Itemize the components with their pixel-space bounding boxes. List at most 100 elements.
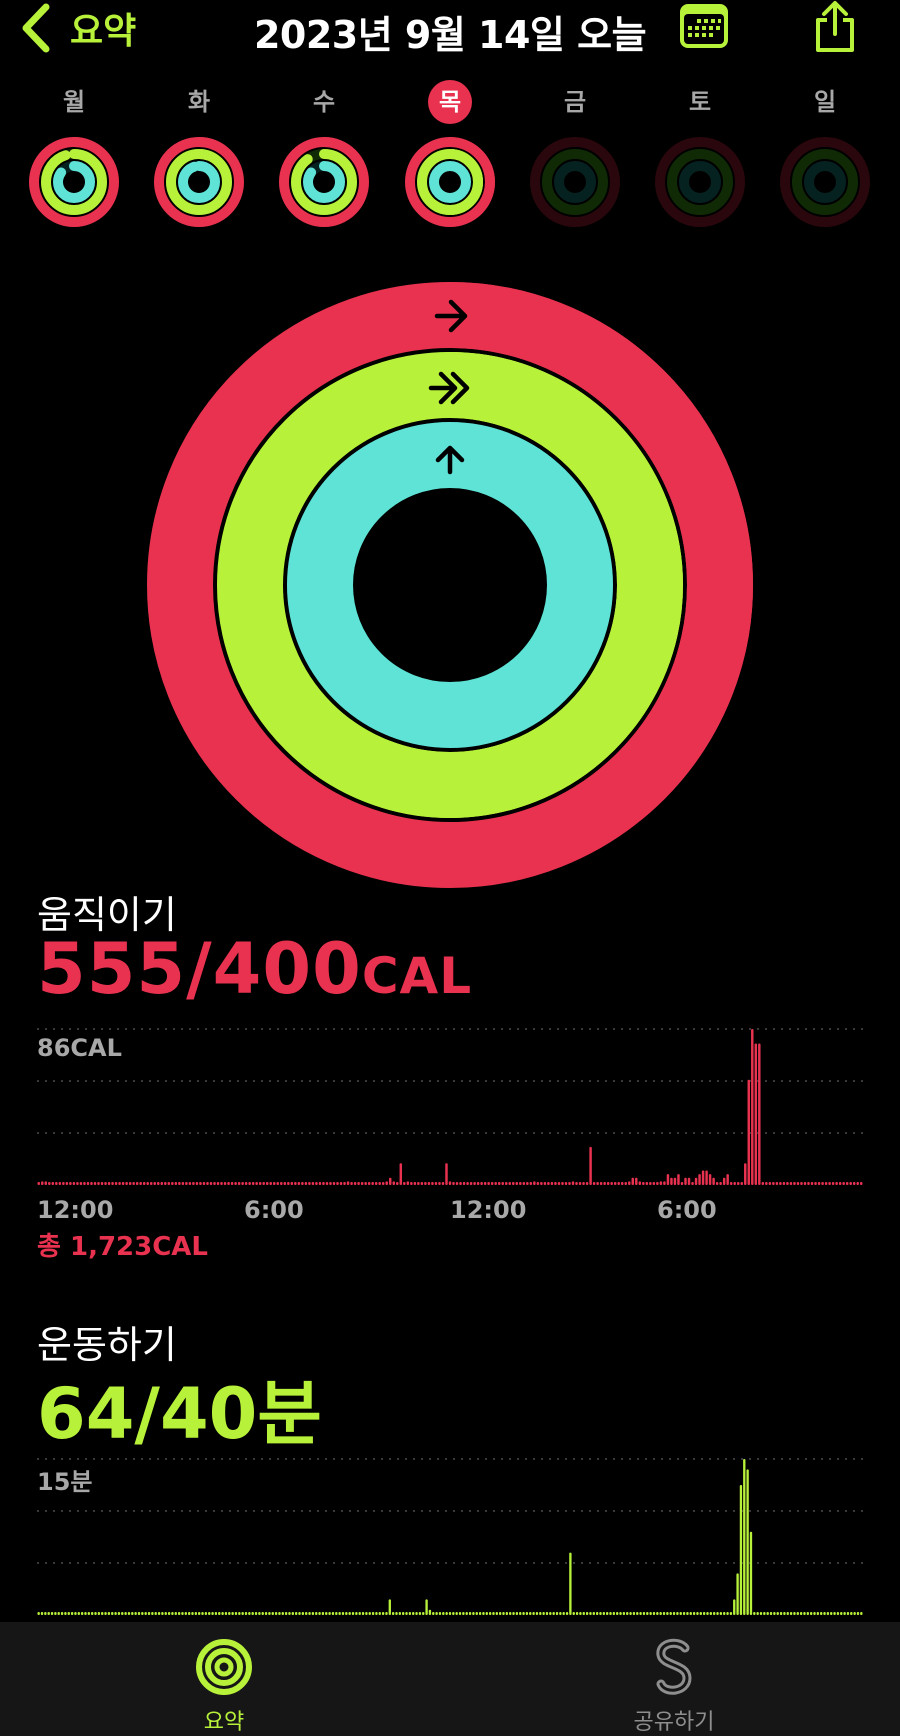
move-chart-bar [97, 1182, 100, 1185]
exercise-chart-bar [779, 1612, 783, 1615]
tab-sharing[interactable]: 공유하기 [599, 1638, 749, 1736]
move-chart-bar [687, 1177, 691, 1185]
stand-ring-overlap [178, 161, 220, 203]
move-chart-bar [378, 1182, 381, 1185]
exercise-chart-bar [361, 1612, 365, 1615]
move-chart-bar [339, 1182, 343, 1185]
exercise-chart-bar [164, 1612, 167, 1615]
move-chart-bar [269, 1182, 272, 1185]
move-chart-bar [90, 1182, 93, 1185]
move-chart-bar [188, 1182, 192, 1185]
day-wed[interactable]: 수 [274, 80, 374, 230]
exercise-chart-bar [258, 1612, 261, 1615]
exercise-chart-bar [435, 1612, 438, 1615]
move-chart-bar [831, 1182, 835, 1185]
move-chart-bar [332, 1182, 336, 1185]
day-sun[interactable]: 일 [775, 80, 875, 230]
exercise-chart-bar [335, 1612, 338, 1615]
exercise-chart-bar [609, 1612, 612, 1615]
activity-rings[interactable] [145, 280, 755, 890]
exercise-chart-bar [425, 1599, 428, 1615]
move-chart-bar [469, 1182, 473, 1185]
move-chart-bar [248, 1182, 251, 1185]
exercise-chart-bar [579, 1612, 582, 1615]
exercise-chart-bar [716, 1612, 719, 1615]
move-chart-bar [142, 1182, 146, 1185]
move-chart-bar [41, 1181, 44, 1185]
exercise-chart-bar [308, 1612, 311, 1615]
move-chart-bar [227, 1182, 230, 1185]
exercise-chart-bar [793, 1612, 796, 1615]
summary-rings-icon [196, 1639, 252, 1695]
move-chart-bar [86, 1182, 90, 1185]
exercise-chart-bar [786, 1612, 789, 1615]
move-chart-bar [114, 1182, 118, 1185]
exercise-chart-bar [44, 1612, 47, 1615]
exercise-chart-bar [636, 1612, 639, 1615]
exercise-chart-bar [840, 1612, 843, 1615]
move-chart-bar [185, 1182, 188, 1185]
page-title: 2023년 9월 14일 오늘 [253, 13, 647, 57]
move-chart-bar [561, 1182, 564, 1185]
move-chart-bar [385, 1181, 388, 1185]
exercise-chart-bar [789, 1612, 793, 1615]
day-tue[interactable]: 화 [149, 80, 249, 230]
move-chart-bar [111, 1182, 114, 1185]
activity-ring-icon [154, 137, 244, 227]
exercise-chart-bar [552, 1612, 555, 1615]
exercise-chart-bar [749, 1531, 753, 1615]
day-thu[interactable]: 목 [400, 80, 500, 230]
move-chart-bar [262, 1182, 265, 1185]
exercise-chart-bar [549, 1612, 552, 1615]
move-chart-bar [557, 1182, 561, 1185]
exercise-chart-bar [746, 1469, 749, 1615]
exercise-chart-bar [522, 1612, 525, 1615]
move-chart-bar [765, 1182, 768, 1185]
move-chart-bar [241, 1182, 244, 1185]
exercise-chart-bar [472, 1612, 475, 1615]
exercise-chart-bar [111, 1612, 114, 1615]
move-chart-bar [652, 1182, 656, 1185]
share-icon[interactable] [810, 0, 860, 54]
exercise-chart-bar [846, 1612, 850, 1615]
move-chart-bar [536, 1182, 540, 1185]
move-chart-bar [775, 1182, 779, 1185]
exercise-chart-bar [221, 1612, 224, 1615]
day-sat[interactable]: 토 [650, 80, 750, 230]
exercise-chart-bar [325, 1612, 328, 1615]
exercise-chart-bar [341, 1612, 345, 1615]
move-chart-bar [800, 1182, 803, 1185]
exercise-chart-bar [345, 1612, 348, 1615]
day-mon[interactable]: 월 [24, 80, 124, 230]
exercise-chart-bar [759, 1612, 763, 1615]
exercise-chart-bar [80, 1612, 84, 1615]
activity-ring-icon [655, 137, 745, 227]
move-chart-bar [209, 1182, 213, 1185]
exercise-chart-bar [281, 1612, 284, 1615]
move-chart-bar [181, 1182, 185, 1185]
move-chart-bar [367, 1182, 371, 1185]
move-chart-bar [381, 1182, 385, 1185]
exercise-chart-bar [539, 1612, 542, 1615]
exercise-chart-bar [288, 1612, 291, 1615]
move-chart-bar [547, 1182, 550, 1185]
move-chart-bar [666, 1174, 670, 1185]
move-chart-bar [726, 1174, 729, 1185]
move-chart-bar [448, 1181, 452, 1185]
stand-ring [429, 161, 471, 203]
move-chart-bar [628, 1181, 631, 1185]
day-fri[interactable]: 금 [525, 80, 625, 230]
move-chart-bar [343, 1182, 346, 1185]
exercise-chart-bar [398, 1612, 402, 1615]
move-chart-bar [51, 1182, 55, 1185]
exercise-chart-bar [428, 1609, 432, 1615]
exercise-chart-bar [726, 1612, 729, 1615]
tab-summary[interactable]: 요약 [149, 1638, 299, 1736]
exercise-chart-bar [776, 1612, 779, 1615]
calendar-icon[interactable] [678, 2, 730, 50]
move-chart-bar [374, 1182, 378, 1185]
move-chart-bar [389, 1177, 392, 1185]
move-chart-bar [526, 1182, 529, 1185]
move-chart-bar [325, 1182, 329, 1185]
exercise-chart-bar [174, 1612, 177, 1615]
